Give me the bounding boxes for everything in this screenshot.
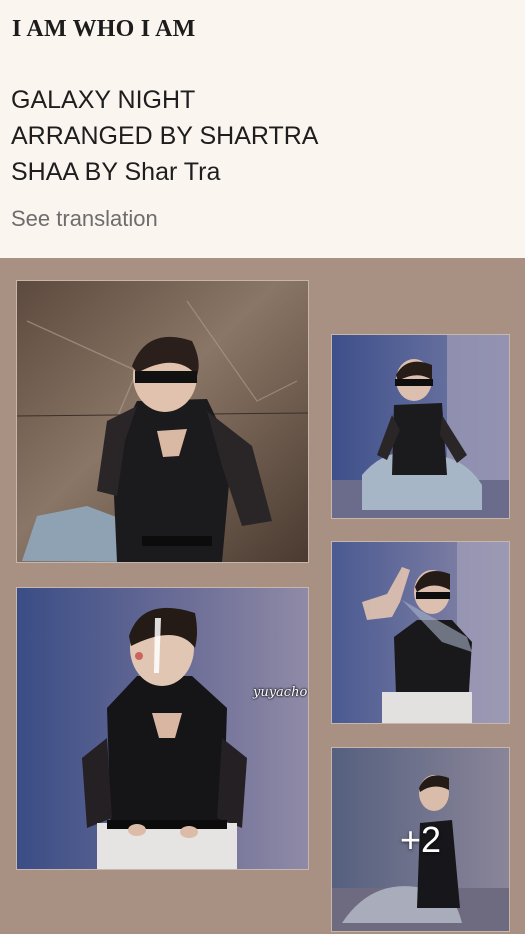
- post-line-1: GALAXY NIGHT: [11, 86, 196, 114]
- post-line-2: ARRANGED BY SHARTRA: [11, 122, 319, 150]
- post-line-3: SHAA BY Shar Tra: [11, 158, 221, 186]
- photo-closeup[interactable]: yuyacho: [17, 588, 308, 869]
- photo-hand-pose[interactable]: [332, 542, 509, 723]
- post-title: I AM WHO I AM: [12, 16, 196, 42]
- photo-more[interactable]: +2: [332, 748, 509, 931]
- watermark-text: yuyacho: [253, 685, 308, 700]
- photo-blue-elevator-sitting[interactable]: [332, 335, 509, 518]
- more-photos-count: +2: [399, 818, 442, 860]
- see-translation-link[interactable]: See translation: [11, 206, 158, 232]
- post-text: I AM WHO I AM GALAXY NIGHT ARRANGED BY S…: [0, 0, 525, 258]
- photo-marble-wall[interactable]: [17, 281, 308, 562]
- photo-gallery: yuyacho +2: [0, 258, 525, 934]
